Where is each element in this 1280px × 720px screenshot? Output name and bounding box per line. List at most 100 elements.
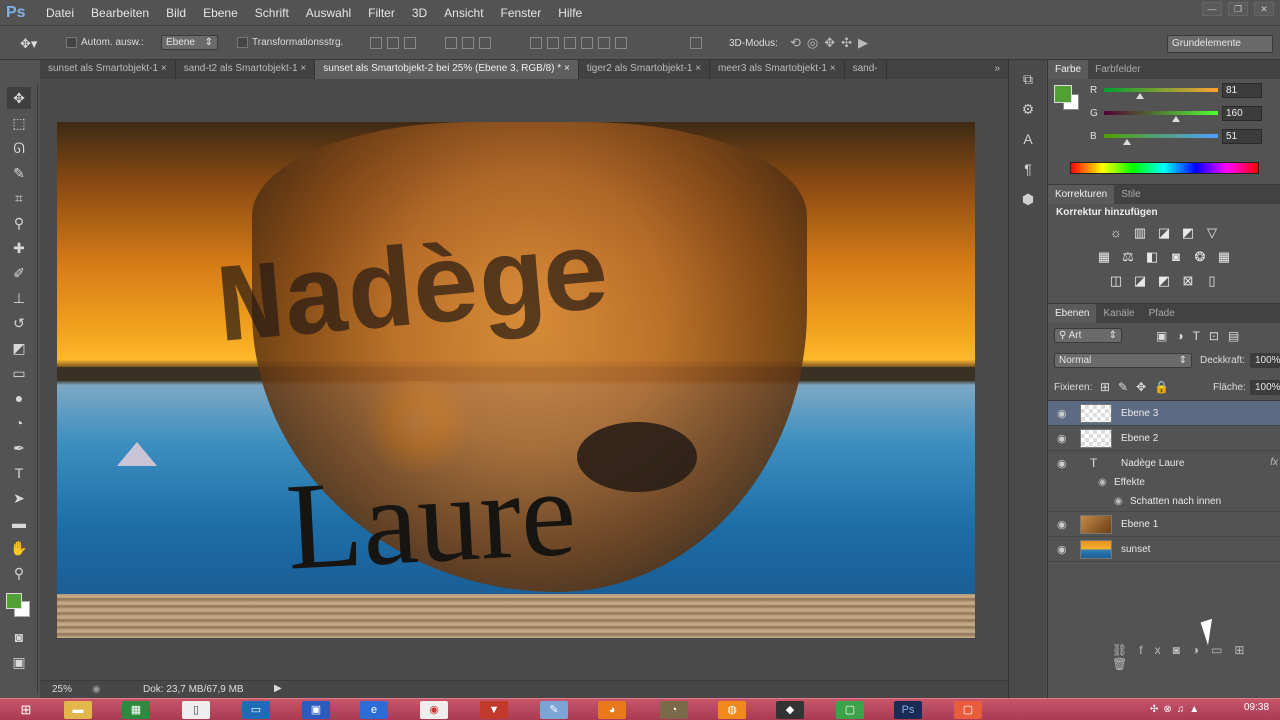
color-foreground-swatch[interactable] (1054, 85, 1072, 103)
threshold-icon[interactable]: ◩ (1156, 273, 1172, 289)
red-value-input[interactable]: 81 (1222, 83, 1262, 98)
color-lookup-icon[interactable]: ▦ (1216, 249, 1232, 265)
zoom-level[interactable]: 25% (52, 684, 72, 695)
screen-mode-icon[interactable]: ▣ (7, 651, 31, 673)
layer-nadege-laure[interactable]: ◉ T Nadège Laure fx (1048, 451, 1280, 473)
tab-ebenen[interactable]: Ebenen (1048, 304, 1097, 323)
black-white-icon[interactable]: ◧ (1144, 249, 1160, 265)
posterize-icon[interactable]: ◪ (1132, 273, 1148, 289)
auto-select-checkbox[interactable]: Autom. ausw.: (66, 37, 144, 48)
tab-kanaele[interactable]: Kanäle (1096, 304, 1141, 323)
color-spectrum-bar[interactable] (1070, 162, 1259, 174)
red-slider[interactable] (1104, 88, 1218, 92)
eyedropper-tool-icon[interactable]: ⚲ (7, 212, 31, 234)
fill-input[interactable]: 100% (1250, 380, 1280, 395)
layer-ebene-2[interactable]: ◉ Ebene 2 (1048, 426, 1280, 451)
actions-panel-icon[interactable]: ⚙ (1017, 98, 1039, 120)
layer-effect-inner-shadow[interactable]: ◉ Schatten nach innen (1048, 492, 1280, 512)
effects-eye-icon[interactable]: ◉ (1098, 477, 1107, 488)
menu-bearbeiten[interactable]: Bearbeiten (91, 6, 149, 20)
brightness-contrast-icon[interactable]: ☼ (1108, 225, 1124, 241)
3d-mode-icons[interactable]: ⟲◎✥✣▶ (790, 35, 874, 51)
visibility-eye-icon[interactable]: ◉ (1057, 432, 1067, 445)
close-tab-icon[interactable]: × (830, 63, 836, 74)
visibility-eye-icon[interactable]: ◉ (1057, 518, 1067, 531)
distribute-vcenter-icon[interactable] (547, 37, 559, 50)
close-tab-icon[interactable]: × (564, 63, 570, 74)
close-tab-icon[interactable]: × (695, 63, 701, 74)
layer-ebene-1[interactable]: ◉ Ebene 1 (1048, 512, 1280, 537)
menu-auswahl[interactable]: Auswahl (306, 6, 351, 20)
layer-filter-icons[interactable]: ▣◑T⊡▤ (1156, 329, 1248, 343)
internet-explorer-icon[interactable]: e (360, 701, 388, 719)
align-hcenter-icon[interactable] (462, 37, 474, 50)
tab-tiger2[interactable]: tiger2 als Smartobjekt-1 × (579, 60, 711, 79)
blue-slider[interactable] (1104, 134, 1218, 138)
visibility-eye-icon[interactable]: ◉ (1057, 543, 1067, 556)
camtasia-icon[interactable]: ▢ (836, 701, 864, 719)
menu-datei[interactable]: Datei (46, 6, 74, 20)
gradient-tool-icon[interactable]: ▭ (7, 362, 31, 384)
recorder-app-icon[interactable]: ▢ (954, 701, 982, 719)
layer-sunset[interactable]: ◉ sunset (1048, 537, 1280, 562)
restore-icon[interactable]: ❐ (1228, 2, 1248, 16)
align-vcenter-icon[interactable] (387, 37, 399, 50)
tab-farbfelder[interactable]: Farbfelder (1088, 60, 1148, 79)
document-app-icon[interactable]: ▯ (182, 701, 210, 719)
inner-shadow-eye-icon[interactable]: ◉ (1114, 496, 1123, 507)
character-panel-icon[interactable]: A (1017, 128, 1039, 150)
menu-hilfe[interactable]: Hilfe (558, 6, 582, 20)
workspace-selector[interactable]: Grundelemente (1167, 35, 1273, 53)
inkscape-icon[interactable]: ◆ (776, 701, 804, 719)
hue-saturation-icon[interactable]: ▦ (1096, 249, 1112, 265)
tabs-overflow-icon[interactable]: » (986, 60, 1008, 79)
crop-tool-icon[interactable]: ⌗ (7, 187, 31, 209)
move-tool-icon[interactable]: ✥▾ (20, 36, 37, 52)
marquee-tool-icon[interactable]: ⬚ (7, 112, 31, 134)
blur-tool-icon[interactable]: ● (7, 387, 31, 409)
red-slider-knob[interactable] (1136, 93, 1145, 99)
levels-icon[interactable]: ▥ (1132, 225, 1148, 241)
zoom-tool-icon[interactable]: ⚲ (7, 562, 31, 584)
lock-icons[interactable]: ⊞✎✥🔒 (1100, 380, 1177, 394)
menu-bild[interactable]: Bild (166, 6, 186, 20)
history-panel-icon[interactable]: ⧉ (1017, 68, 1039, 90)
quick-mask-icon[interactable]: ◙ (7, 626, 31, 648)
blue-slider-knob[interactable] (1122, 139, 1131, 145)
file-explorer-icon[interactable]: ▬ (64, 701, 92, 719)
close-tab-icon[interactable]: × (161, 63, 167, 74)
3d-panel-icon[interactable]: ⬢ (1017, 188, 1039, 210)
tab-sunset-2-active[interactable]: sunset als Smartobjekt-2 bei 25% (Ebene … (315, 60, 579, 79)
foreground-color-swatch[interactable] (6, 593, 22, 609)
distribute-top-icon[interactable] (530, 37, 542, 50)
pen-app-icon[interactable]: ✎ (540, 701, 568, 719)
firefox-icon[interactable]: ◕ (598, 701, 626, 719)
app-circle-icon[interactable]: ◉ (420, 701, 448, 719)
layer-effects-group[interactable]: ◉ Effekte (1048, 473, 1280, 492)
menu-ansicht[interactable]: Ansicht (444, 6, 483, 20)
invert-icon[interactable]: ◫ (1108, 273, 1124, 289)
tab-sand-t2[interactable]: sand-t2 als Smartobjekt-1 × (176, 60, 316, 79)
status-menu-arrow-icon[interactable]: ▶ (274, 683, 282, 694)
color-balance-icon[interactable]: ⚖ (1120, 249, 1136, 265)
selective-color-icon[interactable]: ⊠ (1180, 273, 1196, 289)
dodge-tool-icon[interactable]: ◔ (7, 412, 31, 434)
pen-tool-icon[interactable]: ✒ (7, 437, 31, 459)
green-slider-knob[interactable] (1171, 116, 1180, 122)
tab-meer3[interactable]: meer3 als Smartobjekt-1 × (710, 60, 845, 79)
distribute-right-icon[interactable] (615, 37, 627, 50)
blender-icon[interactable]: ◍ (718, 701, 746, 719)
layer-ebene-3[interactable]: ◉ Ebene 3 (1048, 401, 1280, 426)
tab-sand[interactable]: sand- (845, 60, 887, 79)
spreadsheet-app-icon[interactable]: ▦ (122, 701, 150, 719)
align-right-icon[interactable] (479, 37, 491, 50)
menu-schrift[interactable]: Schrift (255, 6, 289, 20)
menu-fenster[interactable]: Fenster (501, 6, 542, 20)
opacity-input[interactable]: 100% (1250, 353, 1280, 368)
curves-icon[interactable]: ◪ (1156, 225, 1172, 241)
windows-start-icon[interactable]: ⊞ (12, 701, 40, 719)
menu-ebene[interactable]: Ebene (203, 6, 238, 20)
align-bottom-icon[interactable] (404, 37, 416, 50)
brush-tool-icon[interactable]: ✐ (7, 262, 31, 284)
history-brush-tool-icon[interactable]: ↺ (7, 312, 31, 334)
